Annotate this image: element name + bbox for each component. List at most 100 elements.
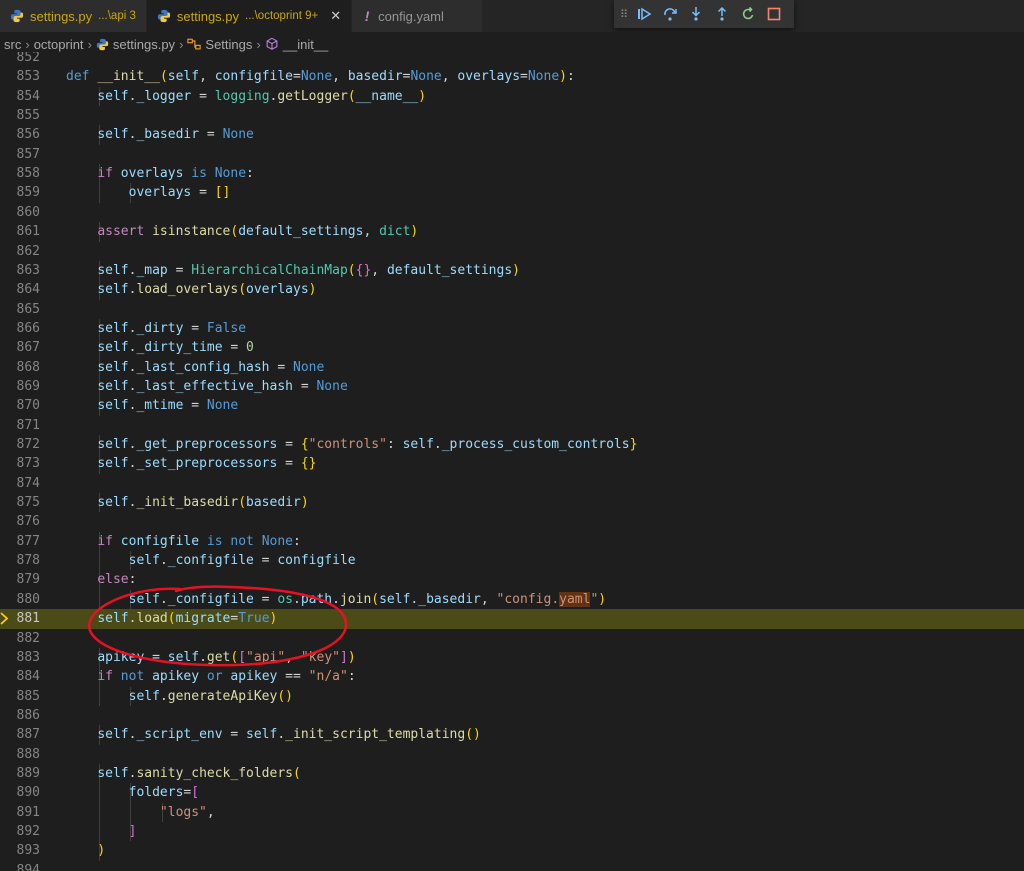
close-icon[interactable]: ✕ [330, 8, 341, 24]
code-line[interactable]: 890 folders=[ [0, 783, 1024, 803]
tab-settings-api[interactable]: settings.py ...\api 3 [0, 0, 147, 32]
code-line[interactable]: 852 [0, 52, 1024, 67]
code-line[interactable]: 853 def __init__(self, configfile=None, b… [0, 67, 1024, 86]
step-into-icon[interactable] [687, 5, 705, 23]
line-number[interactable]: 893 [0, 841, 40, 860]
code-line[interactable]: 882 [0, 629, 1024, 648]
code-line[interactable]: 894 [0, 861, 1024, 871]
line-number[interactable]: 858 [0, 164, 40, 183]
line-number[interactable]: 868 [0, 358, 40, 377]
code-line[interactable]: 889 self.sanity_check_folders( [0, 763, 1024, 784]
line-number[interactable]: 852 [0, 52, 40, 67]
code-line[interactable]: 867 self._dirty_time = 0 [0, 338, 1024, 358]
line-number[interactable]: 885 [0, 687, 40, 706]
tab-config-yaml[interactable]: ! config.yaml [352, 0, 484, 32]
step-out-icon[interactable] [713, 5, 731, 23]
code-line[interactable]: 855 [0, 106, 1024, 125]
stop-icon[interactable] [765, 5, 783, 23]
line-number[interactable]: 861 [0, 222, 40, 241]
line-number[interactable]: 886 [0, 706, 40, 725]
line-number[interactable]: 860 [0, 203, 40, 222]
line-number[interactable]: 874 [0, 474, 40, 493]
line-number[interactable]: 859 [0, 183, 40, 202]
code-line[interactable]: 892 ] [0, 822, 1024, 842]
current-execution-line[interactable]: 881 self.load(migrate=True) [0, 609, 1024, 629]
code-line[interactable]: 856 self._basedir = None [0, 125, 1024, 145]
code-line[interactable]: 891 "logs", [0, 802, 1024, 823]
line-number[interactable]: 854 [0, 87, 40, 106]
code-line[interactable]: 893 ) [0, 841, 1024, 861]
code-line[interactable]: 865 [0, 300, 1024, 319]
code-line[interactable]: 872 self._get_preprocessors = {"controls… [0, 435, 1024, 455]
code-line[interactable]: 857 [0, 145, 1024, 164]
line-number[interactable]: 878 [0, 551, 40, 570]
code-line[interactable]: 864 self.load_overlays(overlays) [0, 280, 1024, 300]
code-line[interactable]: 873 self._set_preprocessors = {} [0, 454, 1024, 474]
code-line[interactable]: 868 self._last_config_hash = None [0, 357, 1024, 377]
code-line[interactable]: 871 [0, 416, 1024, 435]
line-number[interactable]: 894 [0, 861, 40, 871]
code-line[interactable]: 854 self._logger = logging.getLogger(__n… [0, 86, 1024, 107]
line-number[interactable]: 853 [0, 67, 40, 86]
line-number[interactable]: 863 [0, 261, 40, 280]
line-number[interactable]: 882 [0, 629, 40, 648]
code-line[interactable]: 861 assert isinstance(default_settings, … [0, 222, 1024, 242]
code-line[interactable]: 863 self._map = HierarchicalChainMap({},… [0, 260, 1024, 281]
code-line[interactable]: 887 self._script_env = self._init_script… [0, 725, 1024, 745]
code-line[interactable]: 877 if configfile is not None: [0, 531, 1024, 552]
line-number[interactable]: 867 [0, 338, 40, 357]
code-line[interactable]: 883 apikey = self.get(["api", "key"]) [0, 647, 1024, 668]
breadcrumb-item-file[interactable]: settings.py [113, 37, 175, 52]
line-number[interactable]: 869 [0, 377, 40, 396]
code-line[interactable]: 874 [0, 474, 1024, 493]
restart-icon[interactable] [739, 5, 757, 23]
breadcrumb-item-octoprint[interactable]: octoprint [34, 37, 84, 52]
line-number[interactable]: 865 [0, 300, 40, 319]
code-line[interactable]: 884 if not apikey or apikey == "n/a": [0, 667, 1024, 687]
line-number[interactable]: 884 [0, 667, 40, 686]
code-line[interactable]: 876 [0, 512, 1024, 531]
continue-icon[interactable] [635, 5, 653, 23]
code-line[interactable]: 866 self._dirty = False [0, 318, 1024, 339]
breadcrumb-item-method[interactable]: __init__ [283, 37, 329, 52]
code-line[interactable]: 869 self._last_effective_hash = None [0, 376, 1024, 397]
line-number[interactable]: 876 [0, 512, 40, 531]
line-number[interactable]: 891 [0, 803, 40, 822]
code-editor[interactable]: 852 853 def __init__(self, configfile=None… [0, 52, 1024, 871]
line-number[interactable]: 887 [0, 725, 40, 744]
line-number[interactable]: 892 [0, 822, 40, 841]
drag-handle-icon[interactable]: ⠿ [620, 8, 628, 21]
line-number[interactable]: 872 [0, 435, 40, 454]
code-line[interactable]: 879 else: [0, 570, 1024, 590]
line-number[interactable]: 883 [0, 648, 40, 667]
line-number[interactable]: 855 [0, 106, 40, 125]
line-number[interactable]: 890 [0, 783, 40, 802]
tab-settings-octoprint[interactable]: settings.py ...\octoprint 9+ ✕ [146, 0, 353, 32]
line-number[interactable]: 870 [0, 396, 40, 415]
code-line[interactable]: 880 self._configfile = os.path.join(self… [0, 589, 1024, 610]
line-number[interactable]: 879 [0, 570, 40, 589]
code-line[interactable]: 875 self._init_basedir(basedir) [0, 493, 1024, 513]
code-line[interactable]: 870 self._mtime = None [0, 396, 1024, 416]
line-number[interactable]: 877 [0, 532, 40, 551]
breadcrumb-item-class[interactable]: Settings [205, 37, 252, 52]
line-number[interactable]: 857 [0, 145, 40, 164]
line-number[interactable]: 888 [0, 745, 40, 764]
line-number[interactable]: 866 [0, 319, 40, 338]
code-line[interactable]: 858 if overlays is None: [0, 164, 1024, 184]
line-number[interactable]: 889 [0, 764, 40, 783]
line-number[interactable]: 862 [0, 242, 40, 261]
line-number[interactable]: 871 [0, 416, 40, 435]
code-line[interactable]: 885 self.generateApiKey() [0, 686, 1024, 706]
code-line[interactable]: 860 [0, 203, 1024, 222]
line-number[interactable]: 864 [0, 280, 40, 299]
code-line[interactable]: 862 [0, 242, 1024, 261]
code-line[interactable]: 886 [0, 706, 1024, 725]
step-over-icon[interactable] [661, 5, 679, 23]
line-number[interactable]: 875 [0, 493, 40, 512]
code-line[interactable]: 878 self._configfile = configfile [0, 551, 1024, 571]
line-number[interactable]: 873 [0, 454, 40, 473]
breadcrumb-item-src[interactable]: src [4, 37, 21, 52]
line-number[interactable]: 856 [0, 125, 40, 144]
code-line[interactable]: 859 overlays = [] [0, 183, 1024, 203]
